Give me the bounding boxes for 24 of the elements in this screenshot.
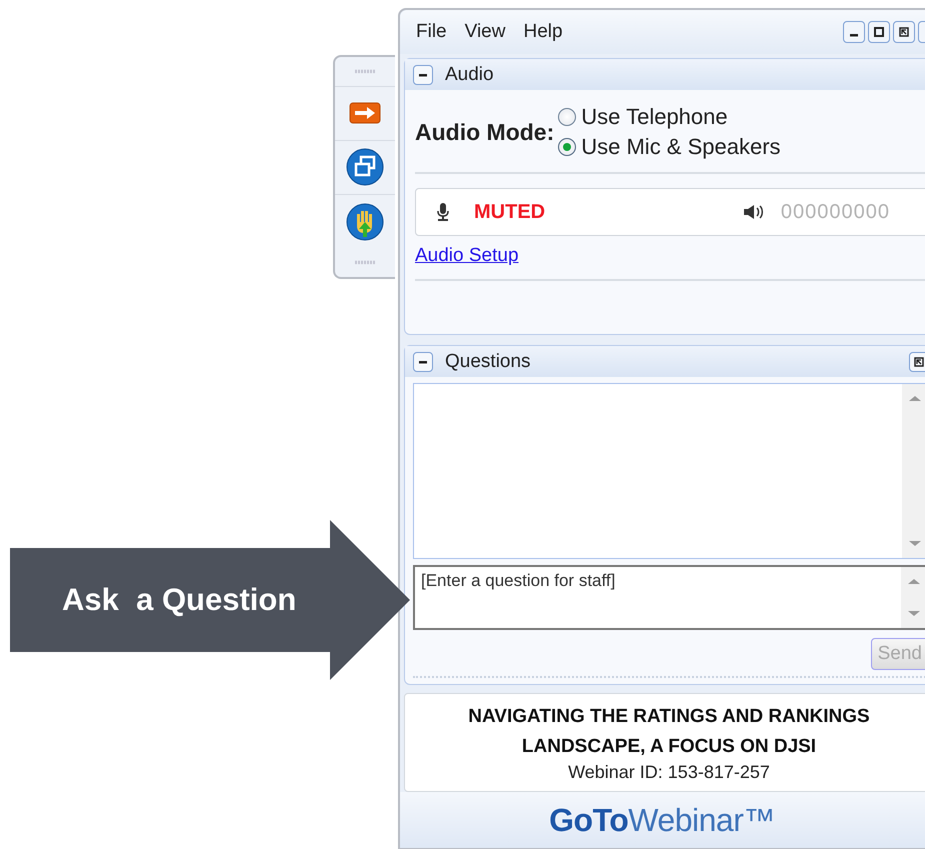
menu-item[interactable]: File: [416, 21, 447, 43]
maximize-icon[interactable]: [868, 21, 890, 43]
collapse-icon[interactable]: [413, 64, 433, 84]
microphone-icon: [436, 202, 450, 222]
section-title: Questions: [445, 350, 531, 372]
radio-button[interactable]: [558, 108, 576, 126]
webinar-id: Webinar ID: 153-817-257: [567, 762, 771, 783]
radio-label[interactable]: Use Telephone: [581, 104, 728, 130]
popout-icon[interactable]: [909, 352, 925, 372]
mute-status: MUTED: [474, 200, 546, 224]
product-logo: GoToWebinar™: [549, 802, 775, 838]
speaker-icon: [742, 203, 765, 221]
audio-mode-label: Audio Mode:: [415, 118, 554, 146]
restore-icon[interactable]: [893, 21, 915, 43]
menu-item[interactable]: View: [464, 21, 506, 43]
speaker-level-text: 000000000: [780, 200, 890, 224]
webinar-title: NAVIGATING THE RATINGS AND RANKINGS LANDSCAPE, A FOCUS ON DJSI: [467, 705, 871, 759]
radio-label[interactable]: Use Mic & Speakers: [581, 134, 781, 160]
menu-item[interactable]: Help: [523, 21, 563, 43]
minimize-icon[interactable]: [843, 21, 865, 43]
radio-button[interactable]: [558, 138, 576, 156]
audio-setup-link[interactable]: Audio Setup: [415, 245, 519, 267]
collapse-icon[interactable]: [413, 352, 433, 372]
section-title: Audio: [445, 64, 494, 86]
